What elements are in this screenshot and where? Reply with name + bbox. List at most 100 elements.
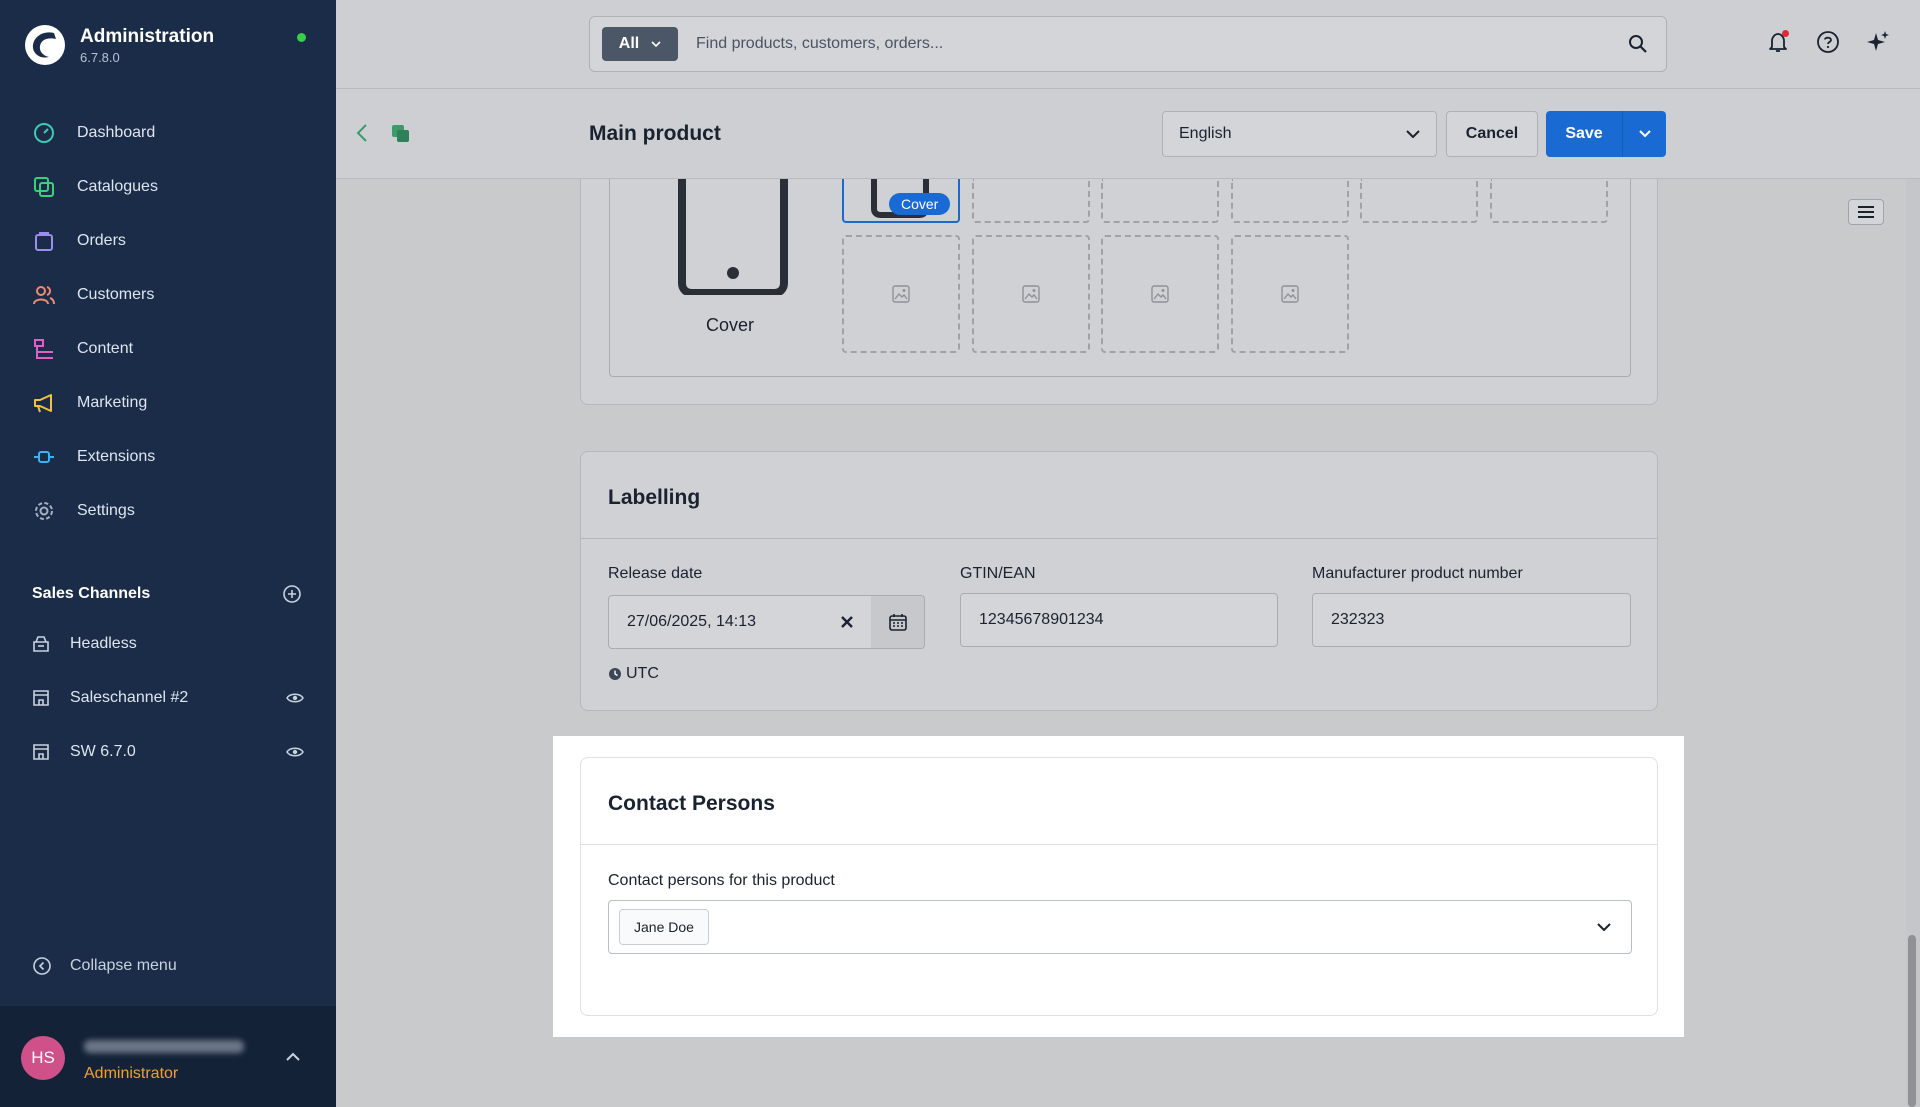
- media-thumbnail-empty[interactable]: [1360, 179, 1478, 223]
- main-nav: Dashboard Catalogues Orders Customers Co…: [0, 106, 336, 538]
- sales-channel-saleschannel-2[interactable]: Saleschannel #2: [0, 671, 336, 725]
- cover-preview[interactable]: [678, 179, 788, 300]
- smart-bar: Main product English Cancel Save: [336, 89, 1920, 179]
- contact-persons-title: Contact Persons: [608, 792, 775, 815]
- orders-icon: [32, 229, 56, 253]
- user-menu[interactable]: HS Administrator: [0, 1006, 336, 1107]
- media-thumbnail-empty[interactable]: [1231, 179, 1349, 223]
- add-sales-channel-icon[interactable]: [282, 584, 302, 604]
- avatar: HS: [21, 1036, 65, 1080]
- chevron-down-icon: [1406, 130, 1420, 138]
- media-thumbnail-empty[interactable]: [972, 179, 1090, 223]
- image-placeholder-icon: [1281, 285, 1299, 303]
- mpn-field[interactable]: 232323: [1312, 593, 1631, 647]
- labelling-title: Labelling: [608, 486, 701, 509]
- sales-channel-sw-670[interactable]: SW 6.7.0: [0, 725, 336, 779]
- save-options-button[interactable]: [1622, 111, 1666, 157]
- cancel-button[interactable]: Cancel: [1446, 111, 1538, 157]
- storefront-icon: [33, 744, 49, 760]
- nav-item-dashboard[interactable]: Dashboard: [0, 106, 336, 160]
- nav-item-marketing[interactable]: Marketing: [0, 376, 336, 430]
- search-icon[interactable]: [1628, 34, 1648, 54]
- ai-assistant-button[interactable]: [1866, 30, 1890, 54]
- image-placeholder-icon: [1022, 285, 1040, 303]
- hamburger-icon: [1858, 206, 1874, 218]
- chevron-up-icon[interactable]: [286, 1052, 300, 1061]
- eye-icon[interactable]: [286, 746, 304, 758]
- sales-channels-header: Sales Channels: [32, 584, 302, 604]
- media-thumbnail-empty[interactable]: [1101, 179, 1219, 223]
- search-type-select[interactable]: All: [602, 27, 678, 61]
- language-value: English: [1179, 125, 1232, 142]
- nav-item-orders[interactable]: Orders: [0, 214, 336, 268]
- media-thumbnail-empty[interactable]: [1490, 179, 1608, 223]
- timezone-value: UTC: [626, 665, 659, 682]
- media-gallery: Cover Cover: [609, 179, 1631, 377]
- media-thumbnail-empty[interactable]: [1231, 235, 1349, 353]
- image-placeholder-icon: [892, 285, 910, 303]
- customers-icon: [32, 283, 56, 307]
- language-switch[interactable]: English: [1162, 111, 1437, 157]
- media-thumbnail-empty[interactable]: [842, 235, 960, 353]
- media-card: Cover Cover: [580, 179, 1658, 405]
- product-module-icon: [392, 125, 409, 142]
- shopware-logo-icon: [25, 25, 65, 65]
- brand[interactable]: Administration 6.7.8.0: [24, 24, 214, 66]
- contact-persons-label: Contact persons for this product: [608, 872, 835, 889]
- cover-badge: Cover: [889, 193, 951, 215]
- headless-icon: [33, 636, 49, 652]
- media-thumbnail-cover[interactable]: Cover: [842, 179, 960, 223]
- nav-item-catalogues[interactable]: Catalogues: [0, 160, 336, 214]
- media-thumbnail-empty[interactable]: [1101, 235, 1219, 353]
- release-date-field[interactable]: 27/06/2025, 14:13: [608, 595, 872, 649]
- chevron-left-circle-icon: [33, 957, 51, 975]
- sales-channels-title: Sales Channels: [32, 585, 151, 602]
- top-actions: [1766, 30, 1890, 54]
- top-bar: All: [336, 0, 1920, 89]
- nav-item-settings[interactable]: Settings: [0, 484, 336, 538]
- sidebar-toggle-button[interactable]: [1848, 199, 1884, 225]
- sales-channel-list: Headless Saleschannel #2 SW 6.7.0: [0, 617, 336, 779]
- sidebar: Administration 6.7.8.0 Dashboard Catalog…: [0, 0, 336, 1107]
- nav-item-content[interactable]: Content: [0, 322, 336, 376]
- phone-icon: [678, 179, 788, 297]
- scrollbar-thumb[interactable]: [1908, 935, 1916, 1107]
- calendar-button[interactable]: [871, 595, 925, 649]
- sparkles-icon: [1867, 31, 1889, 51]
- notifications-button[interactable]: [1766, 30, 1790, 54]
- notification-badge: [1782, 30, 1789, 37]
- storefront-icon: [33, 690, 49, 706]
- brand-version: 6.7.8.0: [80, 49, 120, 65]
- labelling-card: Labelling Release date 27/06/2025, 14:13…: [580, 451, 1658, 711]
- search-input[interactable]: [696, 35, 1628, 53]
- settings-icon: [32, 499, 56, 523]
- save-button[interactable]: Save: [1546, 111, 1622, 157]
- sales-channel-headless[interactable]: Headless: [0, 617, 336, 671]
- media-thumbnail-empty[interactable]: [972, 235, 1090, 353]
- collapse-menu-button[interactable]: Collapse menu: [32, 956, 177, 976]
- eye-icon[interactable]: [286, 692, 304, 704]
- collapse-menu-label: Collapse menu: [70, 957, 177, 974]
- extensions-icon: [32, 445, 56, 469]
- contact-persons-select[interactable]: Jane Doe: [608, 900, 1632, 954]
- content-icon: [32, 337, 56, 361]
- timezone-hint: UTC: [608, 665, 659, 683]
- gtin-field[interactable]: 12345678901234: [960, 593, 1278, 647]
- contact-persons-card: Contact Persons Contact persons for this…: [580, 757, 1658, 1016]
- marketing-icon: [32, 391, 56, 415]
- gtin-label: GTIN/EAN: [960, 565, 1036, 582]
- online-status-dot: [297, 33, 306, 42]
- card-divider: [581, 538, 1657, 539]
- nav-label: Content: [77, 340, 134, 357]
- mpn-value: 232323: [1331, 611, 1385, 628]
- selected-contact-chip[interactable]: Jane Doe: [619, 909, 709, 945]
- help-button[interactable]: [1816, 30, 1840, 54]
- clear-icon[interactable]: [841, 616, 853, 628]
- release-date-value: 27/06/2025, 14:13: [627, 613, 757, 630]
- back-arrow-icon[interactable]: [356, 123, 368, 143]
- nav-label: Orders: [77, 232, 126, 249]
- nav-item-extensions[interactable]: Extensions: [0, 430, 336, 484]
- card-divider: [581, 844, 1657, 845]
- chevron-down-icon: [1638, 130, 1651, 138]
- nav-item-customers[interactable]: Customers: [0, 268, 336, 322]
